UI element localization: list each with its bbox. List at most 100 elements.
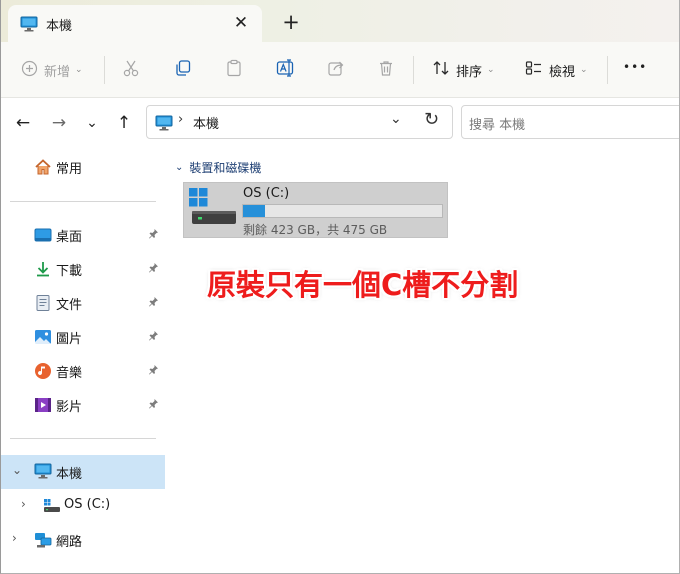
navigation-pane: 常用 桌面 下載 文件 圖片 音樂 影片 ⌄ 本機 › OS (C:) › 網路	[1, 150, 165, 573]
toolbar-divider	[607, 56, 608, 84]
toolbar-divider	[104, 56, 105, 84]
rename-icon	[276, 59, 295, 81]
rename-button[interactable]	[276, 56, 295, 84]
sidebar-item-label: 影片	[56, 400, 83, 415]
sidebar-item-this-pc[interactable]: ⌄ 本機	[1, 455, 165, 489]
drive-usage-bar	[242, 204, 443, 218]
content-pane: ⌄ 裝置和磁碟機 OS (C:) 剩餘 423 GB，共 475 GB 原裝只有…	[165, 150, 679, 573]
share-icon	[327, 59, 345, 81]
drive-icon	[43, 498, 61, 516]
chevron-down-icon: ⌄	[75, 65, 83, 75]
group-title: 裝置和磁碟機	[189, 161, 262, 175]
view-button[interactable]: 檢視 ⌄	[525, 56, 588, 84]
clipboard-icon	[225, 59, 243, 81]
chevron-right-icon[interactable]: ›	[21, 497, 26, 511]
sidebar-item-network[interactable]: › 網路	[1, 523, 165, 557]
home-icon	[34, 158, 52, 176]
chevron-down-icon[interactable]: ⌄	[12, 463, 22, 477]
sidebar-item-downloads[interactable]: 下載	[1, 252, 165, 286]
this-pc-icon	[20, 16, 38, 36]
sidebar-item-desktop[interactable]: 桌面	[1, 218, 165, 252]
up-arrow-icon[interactable]: ↑	[113, 112, 135, 134]
new-button-label: 新增	[44, 64, 71, 80]
pin-icon[interactable]	[148, 398, 159, 412]
file-explorer-window: 本機 ✕ + 新增 ⌄ 排序 ⌄ 檢視 ⌄ ••• ← → ⌄ ↑ › 本機 ⌄…	[0, 0, 680, 574]
music-icon	[34, 362, 52, 380]
scissors-icon	[122, 59, 140, 81]
search-box[interactable]: 搜尋 本機	[461, 105, 679, 139]
sidebar-item-videos[interactable]: 影片	[1, 388, 165, 422]
sidebar-item-os-drive[interactable]: › OS (C:)	[1, 489, 165, 523]
new-button[interactable]: 新增 ⌄	[21, 56, 83, 84]
cut-button[interactable]	[122, 56, 140, 84]
title-bar: 本機 ✕ +	[1, 0, 679, 42]
chevron-down-icon: ⌄	[487, 65, 495, 75]
sort-button-label: 排序	[456, 64, 483, 80]
sidebar-divider	[10, 201, 156, 202]
plus-circle-icon	[21, 60, 38, 81]
windows-drive-icon	[188, 187, 238, 237]
breadcrumb-separator-icon[interactable]: ›	[178, 112, 183, 127]
network-icon	[34, 531, 52, 549]
pin-icon[interactable]	[148, 262, 159, 276]
sidebar-divider	[10, 438, 156, 439]
pin-icon[interactable]	[148, 296, 159, 310]
forward-arrow-icon[interactable]: →	[48, 112, 70, 134]
copy-icon	[174, 59, 192, 81]
refresh-icon[interactable]: ↻	[424, 109, 439, 130]
videos-icon	[34, 396, 52, 414]
trash-icon	[377, 59, 395, 81]
sidebar-item-music[interactable]: 音樂	[1, 354, 165, 388]
sort-button[interactable]: 排序 ⌄	[432, 56, 495, 84]
more-options-icon[interactable]: •••	[623, 59, 647, 75]
drive-name: OS (C:)	[243, 186, 290, 201]
pin-icon[interactable]	[148, 330, 159, 344]
breadcrumb-this-pc[interactable]: 本機	[193, 113, 219, 132]
sidebar-item-home[interactable]: 常用	[1, 150, 165, 184]
sidebar-item-label: 圖片	[56, 332, 83, 347]
annotation-text: 原裝只有一個C槽不分割	[207, 268, 519, 302]
drive-free-space: 剩餘 423 GB，共 475 GB	[243, 223, 388, 237]
copy-button[interactable]	[174, 56, 192, 84]
view-list-icon	[525, 59, 543, 81]
sidebar-item-label: 常用	[56, 162, 83, 177]
paste-button[interactable]	[225, 56, 243, 84]
sidebar-item-label: 下載	[56, 264, 83, 279]
chevron-down-icon: ⌄	[175, 162, 184, 173]
sort-arrows-icon	[432, 59, 450, 81]
address-bar[interactable]: › 本機 ⌄ ↻	[146, 105, 453, 139]
recent-locations-chevron-icon[interactable]: ⌄	[81, 112, 103, 134]
delete-button[interactable]	[377, 56, 395, 84]
pictures-icon	[34, 328, 52, 346]
sidebar-item-label: 本機	[56, 467, 83, 482]
sidebar-item-label: 文件	[56, 298, 83, 313]
address-dropdown-icon[interactable]: ⌄	[390, 111, 402, 127]
sidebar-item-pictures[interactable]: 圖片	[1, 320, 165, 354]
tab-this-pc[interactable]: 本機 ✕	[8, 5, 262, 42]
sidebar-item-label: 音樂	[56, 366, 83, 381]
drive-usage-fill	[243, 205, 265, 217]
view-button-label: 檢視	[549, 64, 576, 80]
this-pc-icon	[34, 463, 52, 481]
this-pc-icon	[155, 115, 173, 135]
close-tab-icon[interactable]: ✕	[230, 12, 252, 34]
pin-icon[interactable]	[148, 228, 159, 242]
download-icon	[34, 260, 52, 278]
navigation-bar: ← → ⌄ ↑ › 本機 ⌄ ↻ 搜尋 本機	[1, 98, 679, 150]
sidebar-item-label: OS (C:)	[64, 497, 111, 512]
pin-icon[interactable]	[148, 364, 159, 378]
share-button[interactable]	[327, 56, 345, 84]
drive-tile-os-c[interactable]: OS (C:) 剩餘 423 GB，共 475 GB	[183, 182, 448, 238]
chevron-right-icon[interactable]: ›	[12, 531, 17, 545]
command-bar: 新增 ⌄ 排序 ⌄ 檢視 ⌄ •••	[1, 42, 679, 98]
search-placeholder: 搜尋 本機	[469, 118, 526, 133]
back-arrow-icon[interactable]: ←	[12, 112, 34, 134]
new-tab-icon[interactable]: +	[280, 11, 302, 33]
documents-icon	[34, 294, 52, 312]
toolbar-divider	[413, 56, 414, 84]
sidebar-item-label: 桌面	[56, 230, 83, 245]
desktop-icon	[34, 226, 52, 244]
sidebar-item-label: 網路	[56, 535, 83, 550]
sidebar-item-documents[interactable]: 文件	[1, 286, 165, 320]
group-header-devices[interactable]: ⌄ 裝置和磁碟機	[175, 159, 261, 176]
